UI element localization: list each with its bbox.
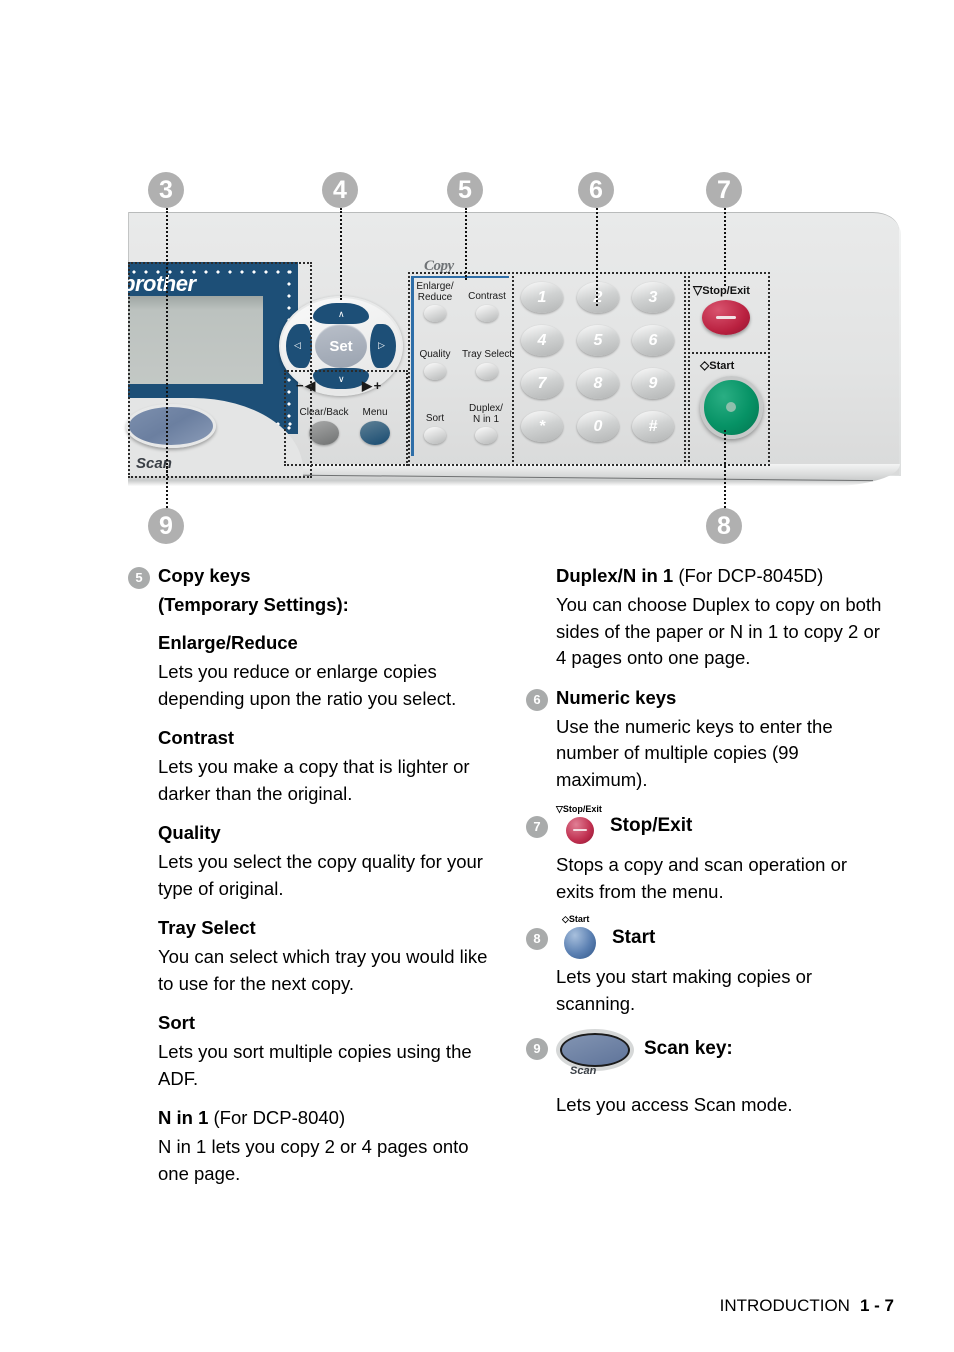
inline-badge-5: 5 <box>128 567 150 589</box>
callout-badge-8: 8 <box>706 508 742 544</box>
start-blue-button <box>564 927 596 959</box>
heading-n-in-1-model: (For DCP-8040) <box>208 1107 346 1128</box>
right-text-column: Duplex/N in 1 (For DCP-8045D) You can ch… <box>526 563 886 1132</box>
chevron-up-icon: ∧ <box>338 309 345 319</box>
heading-duplex-model: (For DCP-8045D) <box>673 565 824 586</box>
start-icon-row: ◇Start Start <box>556 914 886 959</box>
group-outline-start <box>688 352 770 466</box>
section-stop-exit: 7 ▽Stop/Exit Stop/Exit <box>526 804 886 846</box>
leader-line-7 <box>724 208 726 286</box>
heading-duplex-n-in-1: Duplex/N in 1 (For DCP-8045D) <box>556 563 886 589</box>
para-duplex: You can choose Duplex to copy on both si… <box>556 594 882 668</box>
leader-line-8 <box>724 430 726 508</box>
inline-badge-6: 6 <box>526 688 548 711</box>
heading-n-in-1-bold: N in 1 <box>158 1107 209 1128</box>
para-enlarge-reduce: Lets you reduce or enlarge copies depend… <box>158 661 457 709</box>
scan-key-oval <box>560 1033 630 1067</box>
callout-badge-5: 5 <box>447 172 483 208</box>
start-arrow-icon-small: ◇ <box>562 914 569 924</box>
para-numeric-keys: Use the numeric keys to enter the number… <box>556 715 833 790</box>
callout-badge-6: 6 <box>578 172 614 208</box>
para-sort: Lets you sort multiple copies using the … <box>158 1041 472 1089</box>
footer-page-number: 1 - 7 <box>859 1296 894 1315</box>
callout-badge-3: 3 <box>148 172 184 208</box>
stop-exit-icon-label: ▽Stop/Exit <box>556 804 602 814</box>
start-button-icon: ◇Start <box>556 914 602 959</box>
scan-icon-label: Scan <box>570 1065 597 1077</box>
para-n-in-1: N in 1 lets you copy 2 or 4 pages onto o… <box>158 1136 469 1184</box>
heading-tray-select: Tray Select <box>158 917 256 938</box>
heading-duplex-bold: Duplex/N in 1 <box>556 565 674 586</box>
section-scan-key: 9 Scan Scan key: <box>526 1030 886 1078</box>
footer-section-label: INTRODUCTION <box>719 1296 850 1315</box>
para-scan-key: Lets you access Scan mode. <box>556 1094 793 1115</box>
para-quality: Lets you select the copy quality for you… <box>158 851 483 899</box>
inline-badge-9: 9 <box>526 1038 548 1060</box>
set-button[interactable]: Set <box>315 324 367 368</box>
inline-badge-8: 8 <box>526 928 548 950</box>
para-tray-select: You can select which tray you would like… <box>158 946 488 994</box>
leader-line-5 <box>465 208 467 280</box>
scan-key-icon: Scan <box>556 1031 634 1077</box>
control-panel-figure: brother Scan ∧ ∨ ◁ ▷ Set − ◀ ▶ + Clear/B… <box>0 0 954 560</box>
stop-exit-red-button <box>566 817 594 844</box>
callout-badge-4: 4 <box>322 172 358 208</box>
group-outline-stop <box>688 272 770 354</box>
section-start: 8 ◇Start Start <box>526 914 886 959</box>
heading-start: Start <box>612 927 656 948</box>
leader-line-9 <box>166 466 168 508</box>
group-outline-copy <box>408 272 514 466</box>
stop-exit-icon-row: ▽Stop/Exit Stop/Exit <box>556 804 886 846</box>
scan-key-icon-row: Scan Scan key: <box>556 1030 886 1078</box>
leader-line-4 <box>340 208 342 300</box>
nav-up-arrow-button[interactable]: ∧ <box>313 303 369 324</box>
heading-stop-exit: Stop/Exit <box>610 815 693 836</box>
heading-enlarge-reduce: Enlarge/Reduce <box>158 632 298 653</box>
heading-temporary-settings: (Temporary Settings): <box>158 594 349 615</box>
page-footer: INTRODUCTION 1 - 7 <box>0 1296 954 1316</box>
leader-line-6 <box>596 208 598 306</box>
heading-quality: Quality <box>158 822 221 843</box>
inline-badge-7: 7 <box>526 816 548 838</box>
para-start: Lets you start making copies or scanning… <box>556 966 813 1014</box>
group-outline-keypad <box>512 272 686 466</box>
section-copy-keys: 5 Copy keys <box>128 563 488 589</box>
leader-line-3 <box>166 208 168 476</box>
brother-logo: brother <box>122 271 196 296</box>
heading-numeric-keys: Numeric keys <box>556 686 677 708</box>
stop-exit-button-icon: ▽Stop/Exit <box>556 804 602 846</box>
heading-contrast: Contrast <box>158 727 235 748</box>
para-stop-exit: Stops a copy and scan operation or exits… <box>556 854 848 902</box>
callout-badge-9: 9 <box>148 508 184 544</box>
callout-badge-7: 7 <box>706 172 742 208</box>
heading-n-in-1: N in 1 (For DCP-8040) <box>158 1105 488 1131</box>
nav-right-arrow-button[interactable]: ▷ <box>370 324 396 368</box>
para-contrast: Lets you make a copy that is lighter or … <box>158 756 470 804</box>
start-icon-label: ◇Start <box>562 914 590 924</box>
left-text-column: 5 Copy keys (Temporary Settings): Enlarg… <box>128 563 488 1200</box>
heading-copy-keys: Copy keys <box>158 565 251 586</box>
chevron-right-icon: ▷ <box>378 340 385 350</box>
stop-sign-icon-small: ▽ <box>556 804 563 814</box>
heading-sort: Sort <box>158 1012 195 1033</box>
heading-scan-key: Scan key: <box>644 1038 733 1059</box>
section-numeric-keys: 6 Numeric keys <box>526 685 886 711</box>
